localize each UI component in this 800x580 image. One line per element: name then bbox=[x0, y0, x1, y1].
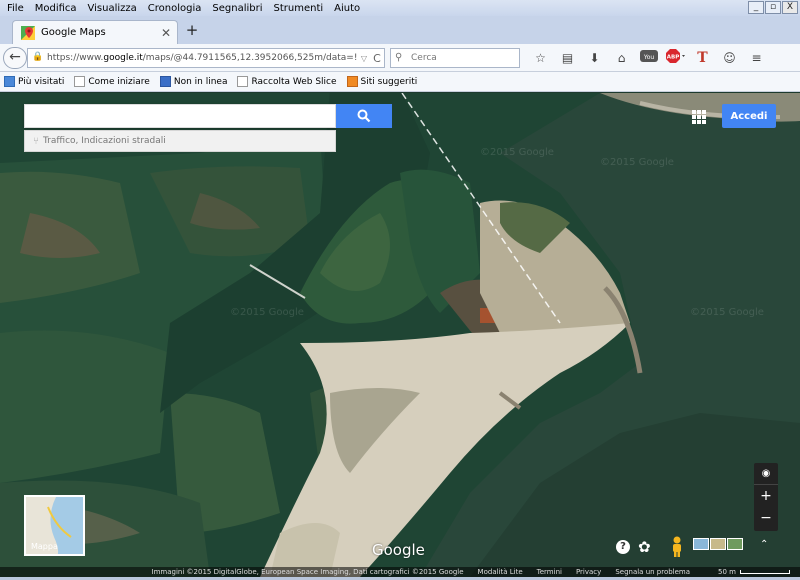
tab-close-icon[interactable]: ✕ bbox=[159, 26, 173, 40]
home-icon[interactable]: ⌂ bbox=[608, 49, 635, 67]
satellite-map[interactable]: ©2015 Google ©2015 Google ©2015 Google ©… bbox=[0, 93, 800, 577]
bookmarks-bar: Più visitati Come iniziare Non in linea … bbox=[0, 72, 800, 92]
youtube-icon[interactable]: You bbox=[635, 49, 662, 67]
pegman-icon[interactable] bbox=[668, 536, 686, 558]
translate-icon[interactable]: T bbox=[689, 49, 716, 67]
scale-bar bbox=[740, 570, 790, 574]
lite-mode-link[interactable]: Modalità Lite bbox=[478, 568, 523, 576]
star-icon[interactable]: ☆ bbox=[527, 49, 554, 67]
new-tab-button[interactable]: + bbox=[184, 23, 200, 39]
toolbar-icons: ☆ ▤ ⬇ ⌂ You ABP T ☺ ≡ bbox=[527, 49, 770, 67]
navigation-bar: ← 🔒 https://www.google.it/maps/@44.79115… bbox=[0, 44, 800, 72]
maps-search-input[interactable] bbox=[24, 104, 336, 128]
menu-icon[interactable]: ≡ bbox=[743, 49, 770, 67]
maximize-button[interactable]: ▫ bbox=[765, 1, 781, 14]
zoom-out-button[interactable]: − bbox=[754, 507, 778, 529]
svg-text:©2015 Google: ©2015 Google bbox=[230, 307, 304, 318]
layer-earth-icon[interactable] bbox=[727, 538, 743, 550]
map-type-toggle[interactable]: Mappa bbox=[24, 495, 85, 556]
scale-indicator[interactable]: 50 m bbox=[704, 568, 790, 576]
minimap-label: Mappa bbox=[31, 542, 58, 551]
bookmark-folder-icon bbox=[4, 76, 15, 87]
layers-thumbnails[interactable] bbox=[693, 538, 743, 550]
tab-title: Google Maps bbox=[41, 27, 106, 38]
privacy-link[interactable]: Privacy bbox=[576, 568, 601, 576]
layer-terrain-icon[interactable] bbox=[710, 538, 726, 550]
gear-icon[interactable]: ✿ bbox=[638, 539, 651, 555]
url-dropdown-icon[interactable]: ▽ bbox=[358, 54, 370, 63]
suggested-sites-icon bbox=[346, 76, 358, 87]
bookmark-non-in-linea[interactable]: Non in linea bbox=[159, 76, 227, 87]
google-maps-favicon-icon bbox=[21, 25, 35, 40]
search-icon: ⚲ bbox=[395, 52, 403, 63]
menu-file[interactable]: File bbox=[2, 3, 30, 14]
menu-visualizza[interactable]: Visualizza bbox=[83, 3, 143, 14]
menu-strumenti[interactable]: Strumenti bbox=[269, 3, 330, 14]
zoom-controls: ◉ + − bbox=[754, 463, 778, 531]
browser-search-bar[interactable]: ⚲ Cerca bbox=[390, 48, 520, 68]
svg-text:ABP: ABP bbox=[666, 55, 678, 61]
lock-icon: 🔒 bbox=[32, 52, 44, 62]
menu-modifica[interactable]: Modifica bbox=[30, 3, 83, 14]
page-icon bbox=[237, 76, 249, 87]
tab-strip: Google Maps ✕ + bbox=[0, 16, 800, 44]
download-icon[interactable]: ⬇ bbox=[581, 49, 608, 67]
google-plus-icon bbox=[159, 76, 171, 87]
bookmark-siti-suggeriti[interactable]: Siti suggeriti bbox=[346, 76, 417, 87]
adblock-icon[interactable]: ABP bbox=[662, 49, 689, 67]
chat-icon[interactable]: ☺ bbox=[716, 49, 743, 67]
bookmark-come-iniziare[interactable]: Come iniziare bbox=[74, 76, 150, 87]
traffic-directions-suggestion[interactable]: ⑂ Traffico, Indicazioni stradali bbox=[24, 130, 336, 152]
signin-button[interactable]: Accedi bbox=[722, 104, 776, 128]
layer-satellite-icon[interactable] bbox=[693, 538, 709, 550]
menu-cronologia[interactable]: Cronologia bbox=[143, 3, 208, 14]
url-bar[interactable]: 🔒 https://www.google.it/maps/@44.7911565… bbox=[27, 48, 385, 68]
svg-text:You: You bbox=[642, 54, 654, 61]
tab-google-maps[interactable]: Google Maps ✕ bbox=[12, 20, 178, 44]
report-problem-link[interactable]: Segnala un problema bbox=[615, 568, 690, 576]
bookmark-web-slice[interactable]: Raccolta Web Slice bbox=[237, 76, 337, 87]
maps-search-button[interactable] bbox=[336, 104, 392, 128]
menu-aiuto[interactable]: Aiuto bbox=[329, 3, 366, 14]
page-icon bbox=[74, 76, 86, 87]
google-logo: Google bbox=[372, 541, 425, 559]
reload-icon[interactable]: C bbox=[370, 52, 384, 65]
search-icon bbox=[357, 109, 371, 123]
svg-text:©2015 Google: ©2015 Google bbox=[480, 147, 554, 158]
help-icon[interactable]: ? bbox=[616, 540, 630, 554]
zoom-in-button[interactable]: + bbox=[754, 485, 778, 507]
apps-grid-icon[interactable] bbox=[692, 110, 706, 124]
svg-text:©2015 Google: ©2015 Google bbox=[690, 307, 764, 318]
svg-text:©2015 Google: ©2015 Google bbox=[600, 157, 674, 168]
minimize-button[interactable]: _ bbox=[748, 1, 764, 14]
browser-search-placeholder: Cerca bbox=[411, 53, 437, 63]
clipboard-icon[interactable]: ▤ bbox=[554, 49, 581, 67]
url-text: https://www.google.it/maps/@44.7911565,1… bbox=[47, 53, 358, 63]
back-button[interactable]: ← bbox=[3, 47, 27, 69]
menu-bar: File Modifica Visualizza Cronologia Segn… bbox=[0, 0, 800, 16]
window-controls: _ ▫ X bbox=[748, 1, 798, 14]
directions-icon: ⑂ bbox=[33, 135, 39, 147]
bookmark-piu-visitati[interactable]: Più visitati bbox=[4, 76, 64, 87]
map-footer: Immagini ©2015 DigitalGlobe, European Sp… bbox=[0, 567, 800, 577]
satellite-imagery: ©2015 Google ©2015 Google ©2015 Google ©… bbox=[0, 93, 800, 577]
suggestion-text: Traffico, Indicazioni stradali bbox=[43, 136, 166, 146]
menu-segnalibri[interactable]: Segnalibri bbox=[207, 3, 268, 14]
expand-chevron-icon[interactable]: ⌃ bbox=[760, 539, 768, 550]
locate-icon[interactable]: ◉ bbox=[754, 463, 778, 485]
close-window-button[interactable]: X bbox=[782, 1, 798, 14]
imagery-attribution: Immagini ©2015 DigitalGlobe, European Sp… bbox=[151, 568, 464, 576]
terms-link[interactable]: Termini bbox=[537, 568, 562, 576]
